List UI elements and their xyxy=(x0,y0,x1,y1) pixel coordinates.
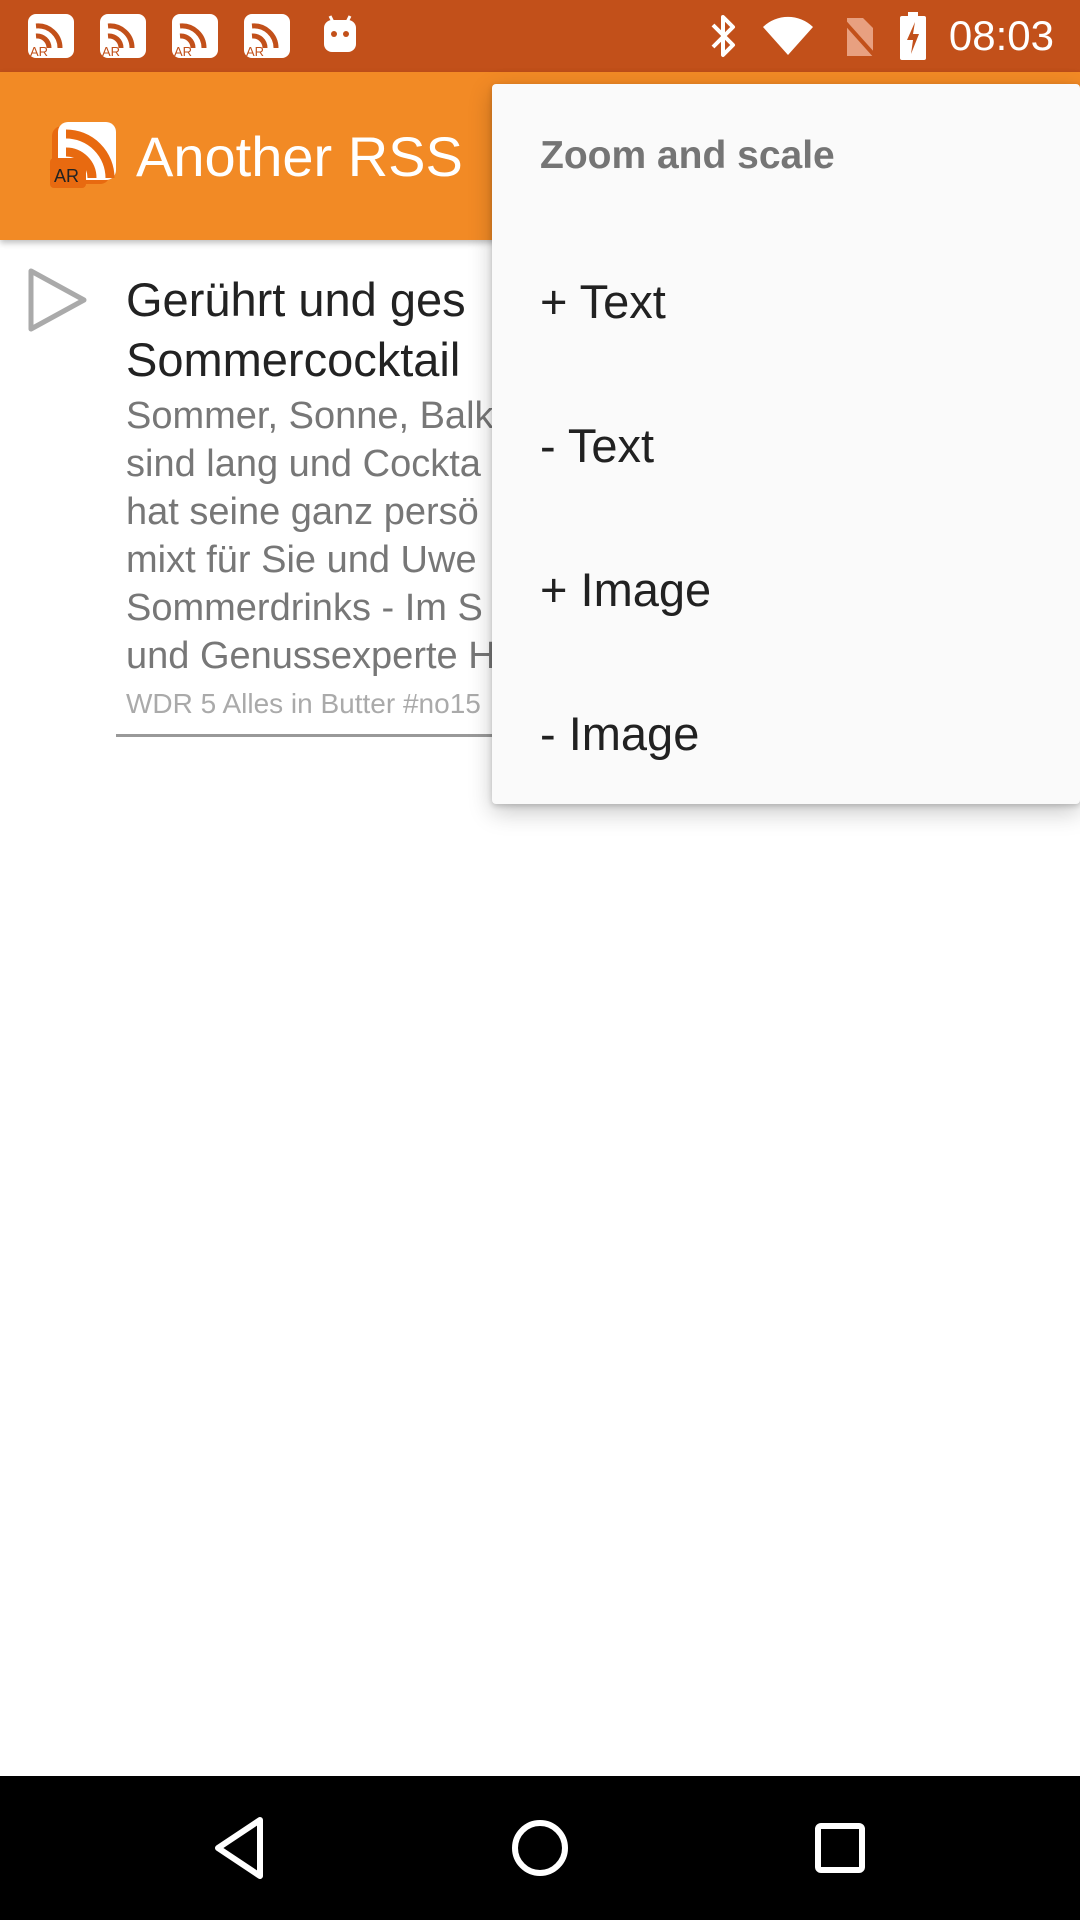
notification-icons: AR AR AR AR xyxy=(26,12,366,60)
article-source: WDR 5 Alles in Butter #no15 xyxy=(126,688,481,719)
navigation-bar xyxy=(0,1776,1080,1920)
status-bar: AR AR AR AR 08:03 xyxy=(0,0,1080,72)
menu-item-decrease-image[interactable]: - Image xyxy=(492,660,1080,804)
svg-text:AR: AR xyxy=(174,44,192,59)
zoom-scale-menu: Zoom and scale + Text - Text + Image - I… xyxy=(492,84,1080,804)
another-rss-icon: AR xyxy=(242,12,294,60)
battery-charging-icon xyxy=(899,12,927,60)
menu-header: Zoom and scale xyxy=(540,134,835,177)
menu-item-label: - Text xyxy=(540,419,655,472)
bluetooth-icon xyxy=(709,13,739,59)
menu-item-increase-image[interactable]: + Image xyxy=(492,516,1080,660)
menu-item-label: + Text xyxy=(540,275,666,328)
svg-text:AR: AR xyxy=(102,44,120,59)
menu-item-label: - Image xyxy=(540,707,700,760)
wifi-icon xyxy=(761,15,815,57)
another-rss-icon: AR xyxy=(170,12,222,60)
play-icon[interactable] xyxy=(26,266,90,334)
no-sim-icon xyxy=(837,14,877,58)
system-icons: 08:03 xyxy=(709,10,1054,62)
menu-item-decrease-text[interactable]: - Text xyxy=(492,372,1080,516)
app-title: Another RSS xyxy=(136,125,463,188)
another-rss-icon: AR xyxy=(98,12,150,60)
android-icon xyxy=(314,12,366,60)
menu-item-increase-text[interactable]: + Text xyxy=(492,228,1080,372)
svg-text:AR: AR xyxy=(246,44,264,59)
status-clock: 08:03 xyxy=(948,12,1054,59)
home-icon[interactable] xyxy=(504,1812,576,1884)
menu-item-label: + Image xyxy=(540,563,712,616)
svg-text:AR: AR xyxy=(30,44,48,59)
svg-text:AR: AR xyxy=(54,166,79,186)
recents-icon[interactable] xyxy=(804,1812,876,1884)
back-icon[interactable] xyxy=(204,1812,276,1884)
app-logo-icon: AR xyxy=(48,120,120,192)
another-rss-icon: AR xyxy=(26,12,78,60)
